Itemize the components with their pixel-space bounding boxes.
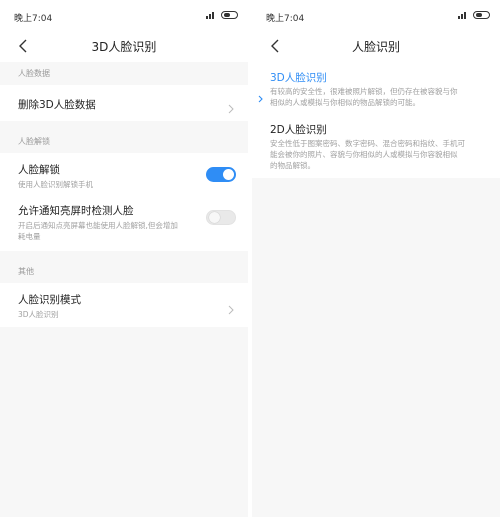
status-time: 晚上7:04 [266,14,305,24]
face-unlock-row[interactable]: 人脸解锁 使用人脸识别解锁手机 [0,153,248,197]
option-3d-face[interactable]: 3D人脸识别 有较高的安全性，很难被照片解锁，但仍存在被容貌与你 相似的人或模拟… [252,70,500,122]
option-2d-face[interactable]: 2D人脸识别 安全性低于图案密码、数字密码、混合密码和指纹、手机可 能会被你的照… [252,122,500,184]
recognition-options: 3D人脸识别 有较高的安全性，很难被照片解锁，但仍存在被容貌与你 相似的人或模拟… [252,62,500,178]
option-label: 2D人脸识别 [270,124,327,136]
battery-icon [221,11,238,19]
option-description: 有较高的安全性，很难被照片解锁，但仍存在被容貌与你 相似的人或模拟与你相似的物品… [270,87,458,107]
face-unlock-toggle[interactable] [206,167,236,182]
section-header-other: 其他 [0,261,248,283]
status-bar: 晚上7:04 [0,0,248,30]
status-bar: 晚上7:04 [252,0,500,30]
row-label: 删除3D人脸数据 [18,99,96,111]
option-description: 安全性低于图案密码、数字密码、混合密码和指纹、手机可 能会被你的照片、容貌与你相… [270,139,465,170]
row-label: 人脸解锁 [18,164,60,176]
notification-wake-detect-row[interactable]: 允许通知亮屏时检测人脸 开启后通知点亮屏幕也能使用人脸解锁,但会增加 耗电量 [0,197,248,251]
left-screen: 晚上7:04 3D人脸识别 人脸数据 删除3D人脸数据 人脸解锁 人脸解锁 使用… [0,0,248,517]
signal-icon [458,11,468,19]
recognition-mode-row[interactable]: 人脸识别模式 3D人脸识别 [0,283,248,327]
section-header-face-data: 人脸数据 [0,63,248,85]
title-bar: 人脸识别 [252,30,500,62]
status-time: 晚上7:04 [14,14,53,24]
row-subtitle: 3D人脸识别 [18,310,59,319]
row-subtitle: 使用人脸识别解锁手机 [18,180,93,189]
selected-chevron-icon [257,88,264,103]
chevron-right-icon [226,99,236,114]
page-title: 人脸识别 [351,40,400,54]
title-bar: 3D人脸识别 [0,30,248,62]
section-header-face-unlock: 人脸解锁 [0,131,248,153]
delete-face-data-row[interactable]: 删除3D人脸数据 [0,85,248,121]
page-title: 3D人脸识别 [91,40,157,54]
signal-icon [206,11,216,19]
row-label: 人脸识别模式 [18,294,81,306]
notification-wake-toggle[interactable] [206,210,236,225]
right-screen: 晚上7:04 人脸识别 3D人脸识别 有较高的安全性，很难被照片解锁，但仍存在被… [252,0,500,517]
row-subtitle: 开启后通知点亮屏幕也能使用人脸解锁,但会增加 耗电量 [18,221,178,241]
chevron-right-icon [226,300,236,315]
option-label: 3D人脸识别 [270,72,327,84]
battery-icon [473,11,490,19]
row-label: 允许通知亮屏时检测人脸 [18,205,134,217]
